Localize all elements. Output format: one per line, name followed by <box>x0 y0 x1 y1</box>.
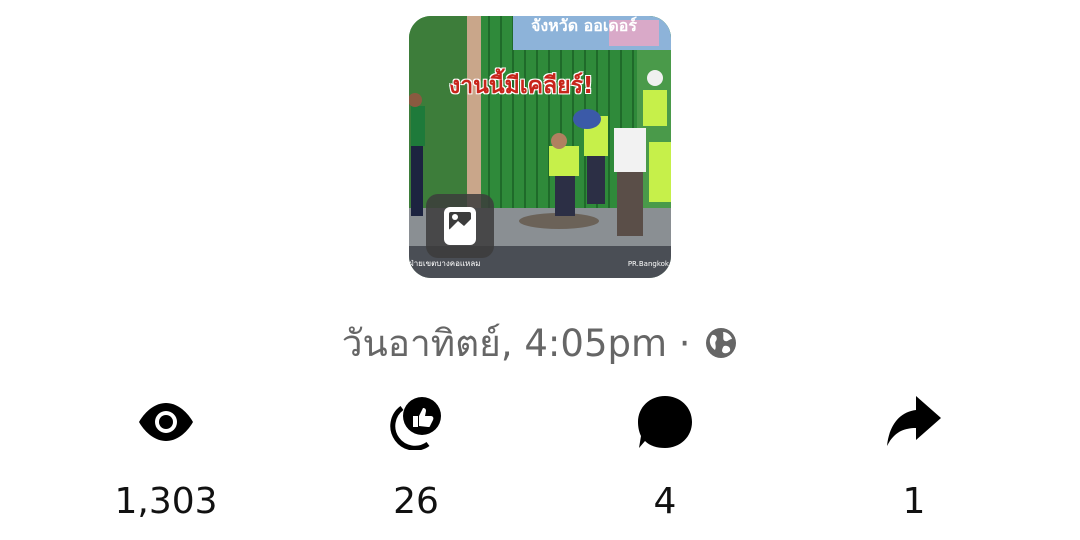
meta-comma: , <box>500 322 525 365</box>
thumbnail-banner-text: จังหวัด ออเดอร์ <box>531 16 637 35</box>
post-meta: วันอาทิตย์, 4:05pm · <box>0 318 1080 370</box>
comments-count: 4 <box>653 481 677 522</box>
reactions-icon <box>390 397 441 450</box>
post-time: 4:05pm <box>524 322 668 365</box>
eye-icon <box>139 403 193 441</box>
photo-badge <box>426 194 494 258</box>
thumbnail-credit-right: PR.Bangkok <box>627 260 669 268</box>
reactions-count: 26 <box>393 481 439 522</box>
stat-views[interactable]: 1,303 <box>66 394 266 534</box>
globe-icon[interactable] <box>704 326 738 360</box>
views-count: 1,303 <box>114 481 218 522</box>
meta-separator: · <box>678 322 691 365</box>
thumbnail-headline: งานนี้มีเคลียร์! <box>449 73 594 99</box>
post-day: วันอาทิตย์ <box>341 322 501 365</box>
stat-shares[interactable]: 1 <box>814 394 1014 534</box>
share-icon <box>887 396 941 446</box>
stat-comments[interactable]: 4 <box>565 394 765 534</box>
shares-count: 1 <box>902 481 926 522</box>
stat-reactions[interactable]: 26 <box>316 394 516 534</box>
comment-icon <box>638 396 692 448</box>
post-thumbnail[interactable]: จังหวัด ออเดอร์ งานนี้มีเคลียร์! ฝ่ายเขต… <box>409 16 671 278</box>
photo-icon <box>444 207 476 245</box>
thumbnail-credit-left: ฝ่ายเขตบางคอแหลม <box>409 259 481 268</box>
